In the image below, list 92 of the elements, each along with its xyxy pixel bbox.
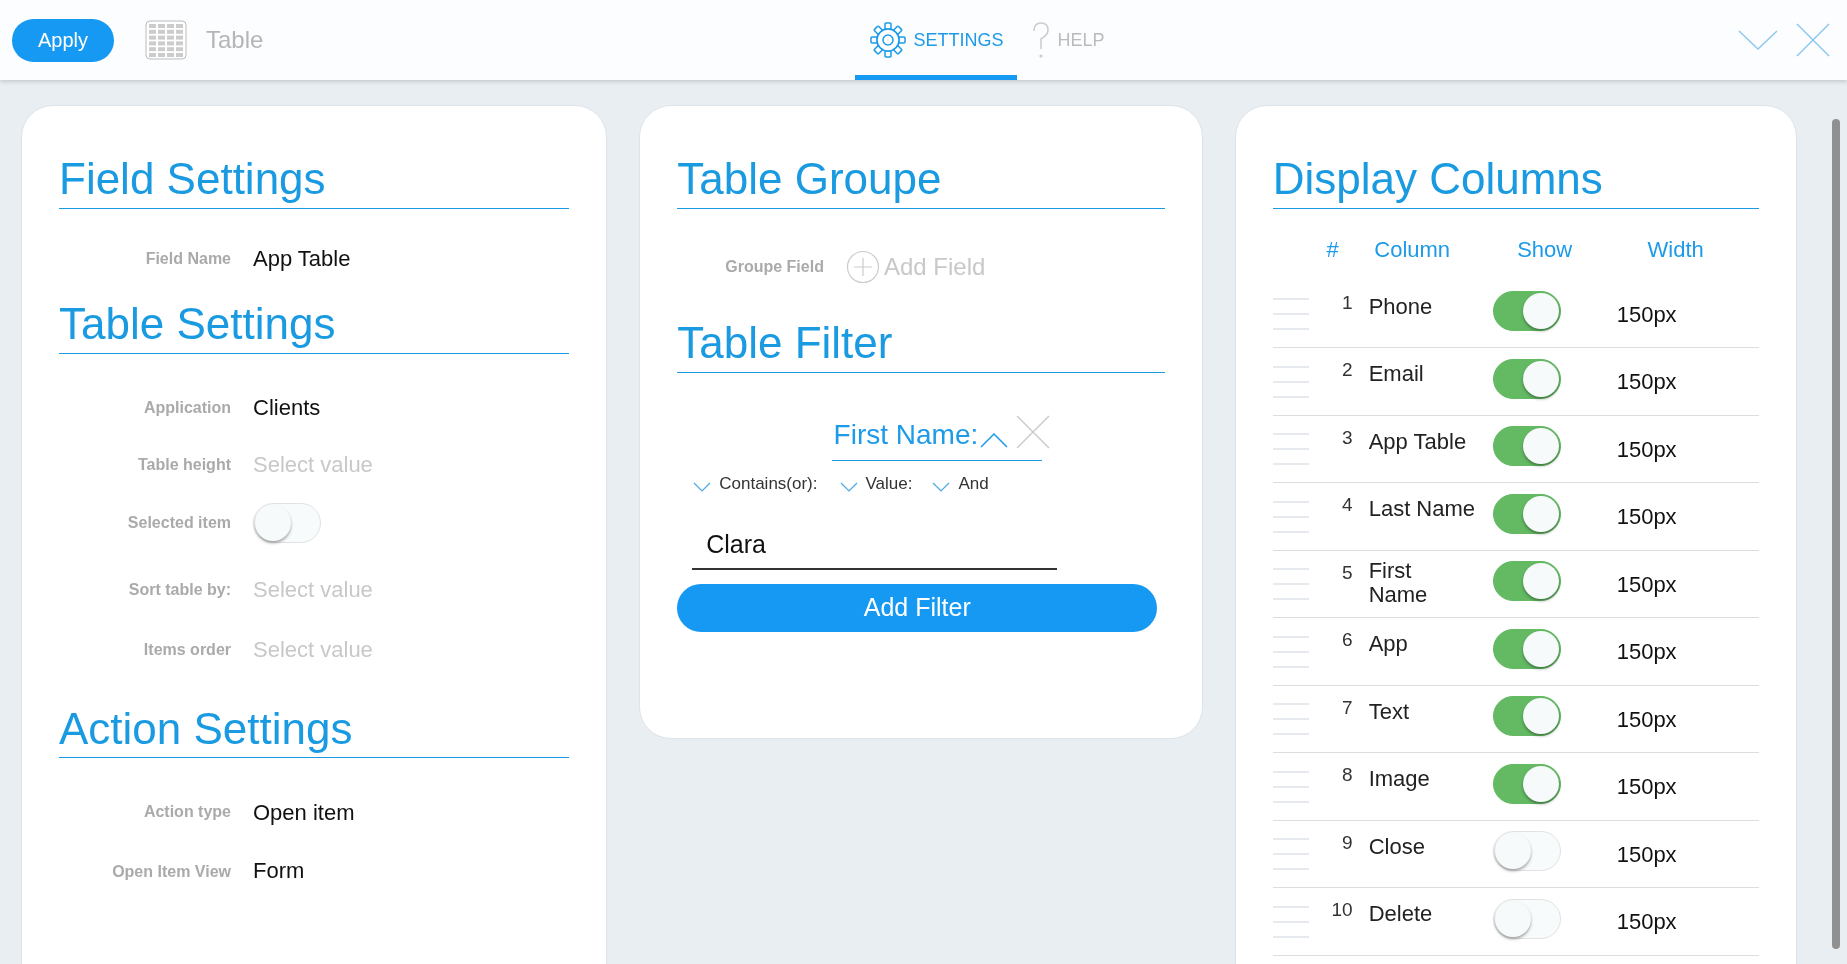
plus-icon bbox=[845, 249, 880, 284]
toggle-switch[interactable] bbox=[1492, 426, 1561, 467]
filter-option-dropdown[interactable]: Contains(or): bbox=[693, 470, 818, 497]
toggle-switch[interactable] bbox=[1492, 493, 1561, 534]
row-number: 10 bbox=[1330, 898, 1353, 923]
add-filter-button[interactable]: Add Filter bbox=[677, 583, 1158, 632]
column-name: Delete bbox=[1368, 902, 1434, 927]
column-width: 150px bbox=[1616, 773, 1677, 802]
section-heading: Table Filter bbox=[677, 316, 1165, 373]
field-value: Clients bbox=[253, 394, 321, 423]
column-name: Phone bbox=[1368, 294, 1434, 319]
tab[interactable]: HELP bbox=[1017, 0, 1119, 80]
drag-handle-icon[interactable] bbox=[1272, 433, 1309, 466]
section-heading: Action Settings bbox=[59, 702, 570, 759]
drag-handle-icon[interactable] bbox=[1272, 905, 1309, 938]
field-label: Groupe Field bbox=[725, 256, 824, 277]
settings-icon bbox=[869, 21, 908, 59]
field-label: Sort table by: bbox=[127, 579, 231, 600]
field-label: Open Item View bbox=[111, 862, 231, 883]
column-width: 150px bbox=[1616, 570, 1677, 599]
column-header: Width bbox=[1646, 236, 1705, 265]
column-width: 150px bbox=[1616, 705, 1677, 734]
chevron-down-icon bbox=[693, 481, 712, 494]
row-number: 5 bbox=[1341, 560, 1353, 585]
toggle-switch[interactable] bbox=[1492, 358, 1561, 399]
column-width: 150px bbox=[1616, 368, 1677, 397]
apply-button[interactable]: Apply bbox=[12, 18, 114, 62]
section-heading: Table Groupe bbox=[677, 153, 1165, 209]
row-number: 3 bbox=[1341, 425, 1353, 450]
drag-handle-icon[interactable] bbox=[1272, 298, 1309, 331]
filter-option-dropdown[interactable]: Value: bbox=[839, 470, 913, 497]
drag-handle-icon[interactable] bbox=[1272, 365, 1309, 398]
row-number: 7 bbox=[1341, 695, 1353, 720]
section-heading: Table Settings bbox=[59, 297, 570, 354]
toggle-switch[interactable] bbox=[1492, 628, 1561, 669]
field-label: Action type bbox=[142, 802, 231, 823]
toggle-switch[interactable] bbox=[1492, 561, 1561, 602]
row-number: 4 bbox=[1341, 493, 1353, 518]
row-number: 1 bbox=[1341, 290, 1353, 315]
field-value: App Table bbox=[253, 245, 351, 274]
column-name: First Name bbox=[1368, 558, 1429, 608]
toggle-switch[interactable] bbox=[1492, 291, 1561, 332]
filter-field-dropdown[interactable]: First Name: bbox=[831, 410, 1043, 461]
row-number: 6 bbox=[1341, 628, 1353, 653]
chevron-up-icon bbox=[980, 431, 1009, 448]
table-grid-icon bbox=[145, 20, 187, 60]
row-number: 9 bbox=[1341, 830, 1353, 855]
help-icon bbox=[1031, 21, 1052, 59]
column-width: 150px bbox=[1616, 638, 1677, 667]
section-heading: Field Settings bbox=[59, 153, 570, 209]
column-width: 150px bbox=[1616, 435, 1677, 464]
close-icon[interactable] bbox=[1795, 22, 1831, 58]
field-label: Items order bbox=[142, 639, 231, 660]
column-width: 150px bbox=[1616, 908, 1677, 937]
column-header: Column bbox=[1373, 236, 1452, 265]
column-name: Close bbox=[1368, 834, 1426, 859]
drag-handle-icon[interactable] bbox=[1272, 635, 1309, 668]
filter-option-dropdown[interactable]: And bbox=[932, 470, 989, 497]
close-icon[interactable] bbox=[1016, 414, 1051, 449]
column-header: Show bbox=[1516, 236, 1574, 265]
column-width: 150px bbox=[1616, 840, 1677, 869]
field-value: Form bbox=[253, 856, 305, 885]
column-name: Email bbox=[1368, 362, 1425, 387]
chevron-down-icon bbox=[839, 481, 858, 494]
field-label: Table height bbox=[136, 454, 231, 475]
chevron-down-icon bbox=[932, 481, 951, 494]
column-header: # bbox=[1325, 236, 1340, 265]
field-value: Open item bbox=[253, 798, 355, 827]
drag-handle-icon[interactable] bbox=[1272, 838, 1309, 871]
column-name: App Table bbox=[1368, 429, 1468, 454]
column-width: 150px bbox=[1616, 503, 1677, 532]
toolbar-title: Table bbox=[206, 25, 264, 55]
column-name: Image bbox=[1368, 767, 1431, 792]
section-heading: Display Columns bbox=[1272, 153, 1760, 209]
chevron-down-icon[interactable] bbox=[1737, 27, 1779, 53]
drag-handle-icon[interactable] bbox=[1272, 568, 1309, 601]
drag-handle-icon[interactable] bbox=[1272, 703, 1309, 736]
toggle-switch[interactable] bbox=[1492, 696, 1561, 737]
drag-handle-icon[interactable] bbox=[1272, 500, 1309, 533]
toggle-switch[interactable] bbox=[1492, 763, 1561, 804]
column-width: 150px bbox=[1616, 300, 1677, 329]
field-label: Field Name bbox=[144, 248, 231, 269]
drag-handle-icon[interactable] bbox=[1272, 770, 1309, 803]
row-number: 2 bbox=[1341, 358, 1353, 383]
row-number: 8 bbox=[1341, 763, 1353, 788]
column-name: Text bbox=[1368, 699, 1411, 724]
field-label: Selected item bbox=[126, 512, 231, 533]
column-name: App bbox=[1368, 632, 1409, 657]
tab[interactable]: SETTINGS bbox=[855, 0, 1018, 80]
scrollbar-thumb[interactable] bbox=[1832, 119, 1841, 949]
column-name: Last Name bbox=[1368, 497, 1477, 522]
field-label: Application bbox=[142, 397, 231, 418]
